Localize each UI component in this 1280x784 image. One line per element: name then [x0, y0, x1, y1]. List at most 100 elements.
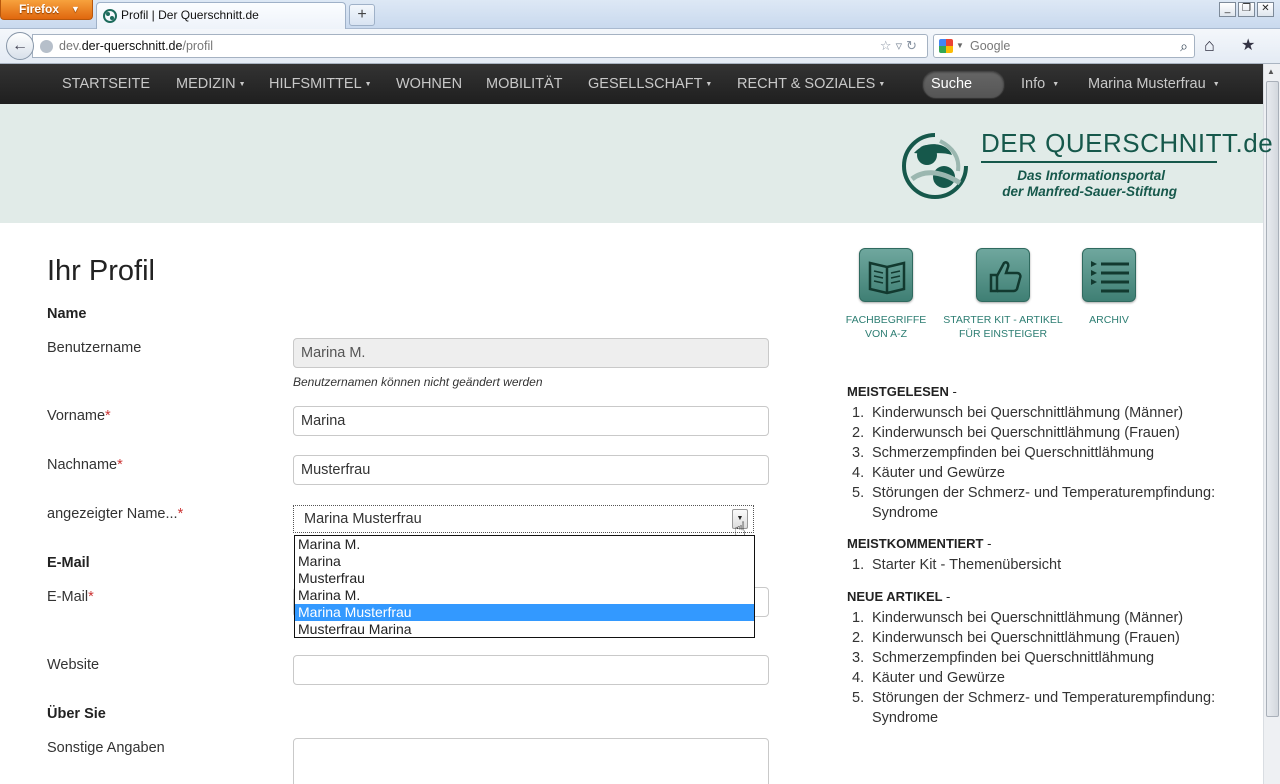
site-favicon-icon [103, 9, 117, 23]
dropdown-option-selected[interactable]: Marina Musterfrau [295, 604, 754, 621]
home-icon[interactable]: ⌂ [1204, 35, 1215, 56]
star-icon[interactable]: ☆ [880, 38, 896, 53]
caret-down-icon: ▼ [878, 81, 886, 88]
url-prefix: dev. [59, 39, 82, 53]
caret-down-icon: ▼ [1212, 81, 1220, 88]
chevron-down-icon: ▼ [956, 41, 964, 50]
back-button[interactable]: ← [6, 32, 34, 60]
starter-kit-tile-button[interactable] [976, 248, 1030, 302]
thumbs-up-icon [989, 261, 1022, 293]
bookmarks-icon[interactable]: ★ [1241, 35, 1255, 55]
list-item[interactable]: 2. Kinderwunsch bei Querschnittlähmung (F… [847, 423, 1247, 443]
nav-item-hilfsmittel[interactable]: HILFSMITTEL ▼ [269, 64, 372, 104]
starter-kit-tile-label[interactable]: STARTER KIT - ARTIKEL FÜR EINSTEIGER [938, 313, 1068, 341]
arrow-left-icon: ← [12, 37, 28, 54]
lastname-input[interactable]: Musterfrau [293, 455, 769, 485]
glossary-tile-button[interactable] [859, 248, 913, 302]
browser-toolbar: dev.der-querschnitt.de/profil ☆▿↻ ← ▼ Go… [0, 29, 1280, 64]
caret-down-icon: ▼ [1052, 81, 1060, 88]
nav-item-medizin[interactable]: MEDIZIN ▼ [176, 64, 246, 104]
firefox-menu-button[interactable]: Firefox ▼ [0, 0, 93, 20]
list-item[interactable]: 4. Käuter und Gewürze [847, 463, 1247, 483]
list-item[interactable]: 2. Kinderwunsch bei Querschnittlähmung (F… [847, 628, 1247, 648]
most-commented-heading: MEISTKOMMENTIERT - [847, 536, 992, 551]
scroll-up-icon[interactable]: ▲ [1267, 67, 1275, 76]
logo-divider [981, 161, 1217, 163]
minimize-button[interactable]: _ [1219, 2, 1236, 17]
logo-subtitle-1: Das Informationsportal [1017, 168, 1165, 183]
google-icon [939, 39, 953, 53]
logo-subtitle-2: der Manfred-Sauer-Stiftung [1002, 184, 1177, 199]
address-bar[interactable]: dev.der-querschnitt.de/profil ☆▿↻ [32, 34, 928, 58]
search-icon[interactable]: ⌕ [1180, 35, 1188, 57]
list-item[interactable]: 1. Kinderwunsch bei Querschnittlähmung (M… [847, 608, 1247, 628]
page-title: Ihr Profil [47, 255, 155, 287]
nav-item-user-menu[interactable]: Marina Musterfrau ▼ [1088, 64, 1220, 104]
displayname-select[interactable]: Marina Musterfrau ▼ [293, 505, 754, 533]
browser-tab[interactable]: Profil | Der Querschnitt.de [96, 2, 346, 29]
firstname-input[interactable]: Marina [293, 406, 769, 436]
book-icon [868, 261, 906, 295]
username-label: Benutzername [47, 340, 142, 356]
archive-tile-button[interactable] [1082, 248, 1136, 302]
list-item[interactable]: 5. Störungen der Schmerz- und Temperature… [847, 688, 1247, 728]
restore-button[interactable]: ❐ [1238, 2, 1255, 17]
new-tab-button[interactable]: + [349, 4, 375, 26]
site-navigation: STARTSEITE MEDIZIN ▼ HILFSMITTEL ▼ WOHNEN … [0, 64, 1263, 104]
list-item[interactable]: 4. Käuter und Gewürze [847, 668, 1247, 688]
list-item[interactable]: 5. Störungen der Schmerz- und Temperature… [847, 483, 1247, 523]
nav-item-wohnen[interactable]: WOHNEN [396, 64, 462, 104]
logo-title[interactable]: DER QUERSCHNITT.de [981, 128, 1273, 159]
list-item[interactable]: 1. Starter Kit - Themenübersicht [847, 555, 1247, 575]
dropdown-option[interactable]: Marina M. [295, 587, 754, 604]
reload-icon[interactable]: ↻ [906, 38, 921, 53]
globe-icon [40, 40, 53, 53]
scroll-thumb[interactable] [1266, 81, 1279, 717]
list-item[interactable]: 3. Schmerzempfinden bei Querschnittlähmun… [847, 648, 1247, 668]
firefox-menu-label: Firefox [19, 2, 60, 16]
dropdown-icon[interactable]: ▿ [896, 38, 907, 53]
most-read-list: 1. Kinderwunsch bei Querschnittlähmung (M… [847, 403, 1247, 523]
page-scrollbar[interactable]: ▲ [1263, 64, 1280, 784]
required-mark: * [117, 457, 123, 473]
username-hint: Benutzernamen können nicht geändert werd… [293, 375, 543, 389]
url-tools: ☆▿↻ [880, 35, 921, 57]
dropdown-option[interactable]: Musterfrau Marina [295, 621, 754, 638]
most-commented-list: 1. Starter Kit - Themenübersicht [847, 555, 1247, 575]
firstname-label: Vorname* [47, 408, 111, 424]
nav-item-startseite[interactable]: STARTSEITE [62, 64, 150, 104]
site-search-input[interactable]: Suche [922, 70, 1005, 99]
nav-item-gesellschaft[interactable]: GESELLSCHAFT ▼ [588, 64, 712, 104]
website-input[interactable] [293, 655, 769, 685]
search-placeholder: Google [970, 39, 1011, 53]
username-field: Marina M. [293, 338, 769, 368]
nav-item-mobilitaet[interactable]: MOBILITÄT [486, 64, 563, 104]
tab-title: Profil | Der Querschnitt.de [121, 8, 259, 22]
new-articles-list: 1. Kinderwunsch bei Querschnittlähmung (M… [847, 608, 1247, 728]
url-path: /profil [182, 39, 214, 53]
dropdown-option[interactable]: Musterfrau [295, 570, 754, 587]
url-domain: der-querschnitt.de [81, 39, 183, 53]
glossary-tile-label[interactable]: FACHBEGRIFFE VON A-Z [840, 313, 932, 341]
caret-down-icon: ▼ [364, 81, 372, 88]
other-info-textarea[interactable] [293, 738, 769, 784]
other-info-label: Sonstige Angaben [47, 740, 165, 756]
displayname-selected-value: Marina Musterfrau [304, 511, 422, 527]
caret-down-icon: ▼ [705, 81, 713, 88]
displayname-dropdown-list[interactable]: Marina M. Marina Musterfrau Marina M. Ma… [294, 535, 755, 638]
web-search-input[interactable]: ▼ Google ⌕ [933, 34, 1195, 58]
caret-down-icon: ▼ [238, 81, 246, 88]
nav-item-recht-soziales[interactable]: RECHT & SOZIALES ▼ [737, 64, 885, 104]
dropdown-option[interactable]: Marina M. [295, 536, 754, 553]
list-item[interactable]: 3. Schmerzempfinden bei Querschnittlähmun… [847, 443, 1247, 463]
archive-tile-label[interactable]: ARCHIV [1079, 313, 1139, 327]
section-heading-name: Name [47, 306, 87, 322]
list-item[interactable]: 1. Kinderwunsch bei Querschnittlähmung (M… [847, 403, 1247, 423]
close-window-button[interactable]: ✕ [1257, 2, 1274, 17]
section-heading-about: Über Sie [47, 706, 106, 722]
list-icon [1091, 261, 1129, 293]
hand-cursor-icon: ☝ [734, 519, 747, 541]
required-mark: * [105, 408, 111, 424]
nav-item-info[interactable]: Info ▼ [1021, 64, 1059, 104]
dropdown-option[interactable]: Marina [295, 553, 754, 570]
